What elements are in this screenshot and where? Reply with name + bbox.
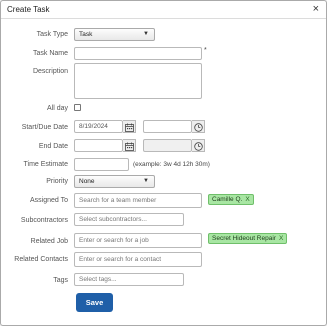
create-task-dialog: Create Task × Task Type Task ▼ Task Name…	[0, 0, 327, 326]
calendar-icon[interactable]	[123, 139, 136, 152]
subcontractors-label: Subcontractors	[20, 217, 68, 224]
related-job-input[interactable]: Enter or search for a job	[74, 233, 202, 248]
end-time-input[interactable]	[143, 139, 192, 152]
remove-job-icon[interactable]: X	[279, 235, 283, 242]
task-name-label: Task Name	[32, 50, 68, 57]
clock-icon[interactable]	[192, 139, 205, 152]
time-estimate-input[interactable]	[74, 158, 129, 171]
tags-select[interactable]: Select tags...	[74, 273, 184, 286]
task-type-value: Task	[79, 31, 93, 38]
chevron-down-icon: ▼	[143, 31, 149, 37]
remove-assignee-icon[interactable]: X	[245, 196, 249, 203]
task-type-select[interactable]: Task ▼	[74, 28, 155, 41]
close-icon[interactable]: ×	[313, 3, 319, 15]
priority-select[interactable]: None ▼	[74, 175, 155, 188]
save-button[interactable]: Save	[76, 293, 113, 312]
related-contacts-label: Related Contacts	[14, 256, 68, 263]
task-type-label: Task Type	[36, 31, 68, 38]
end-date-input[interactable]	[74, 139, 123, 152]
description-label: Description	[32, 68, 68, 75]
assigned-to-tag: Camille Q. X	[208, 194, 254, 205]
related-job-tag: Secret Hideout Repair X	[208, 233, 288, 244]
chevron-down-icon: ▼	[143, 178, 149, 184]
start-date-input[interactable]: 8/19/2024	[74, 120, 123, 133]
subcontractors-select[interactable]: Select subcontractors...	[74, 213, 184, 226]
priority-value: None	[79, 178, 95, 185]
start-due-date-label: Start/Due Date	[21, 124, 68, 131]
calendar-icon[interactable]	[123, 120, 136, 133]
related-job-tag-label: Secret Hideout Repair	[212, 235, 276, 242]
related-contacts-input[interactable]: Enter or search for a contact	[74, 252, 202, 267]
assigned-to-input[interactable]: Search for a team member	[74, 193, 202, 208]
clock-icon[interactable]	[192, 120, 205, 133]
assigned-to-tag-label: Camille Q.	[212, 196, 243, 203]
dialog-titlebar: Create Task ×	[1, 1, 326, 19]
required-marker: *	[204, 47, 207, 54]
end-date-label: End Date	[38, 143, 68, 150]
related-job-label: Related Job	[30, 238, 68, 245]
time-estimate-hint: (example: 3w 4d 12h 30m)	[133, 161, 210, 168]
time-estimate-label: Time Estimate	[23, 161, 68, 168]
start-time-input[interactable]	[143, 120, 192, 133]
task-name-input[interactable]	[74, 47, 202, 60]
dialog-title: Create Task	[7, 5, 50, 14]
priority-label: Priority	[46, 178, 68, 185]
assigned-to-label: Assigned To	[29, 197, 68, 204]
all-day-checkbox[interactable]	[74, 104, 81, 111]
description-textarea[interactable]	[74, 63, 202, 99]
tags-label: Tags	[53, 277, 68, 284]
all-day-label: All day	[46, 105, 68, 112]
